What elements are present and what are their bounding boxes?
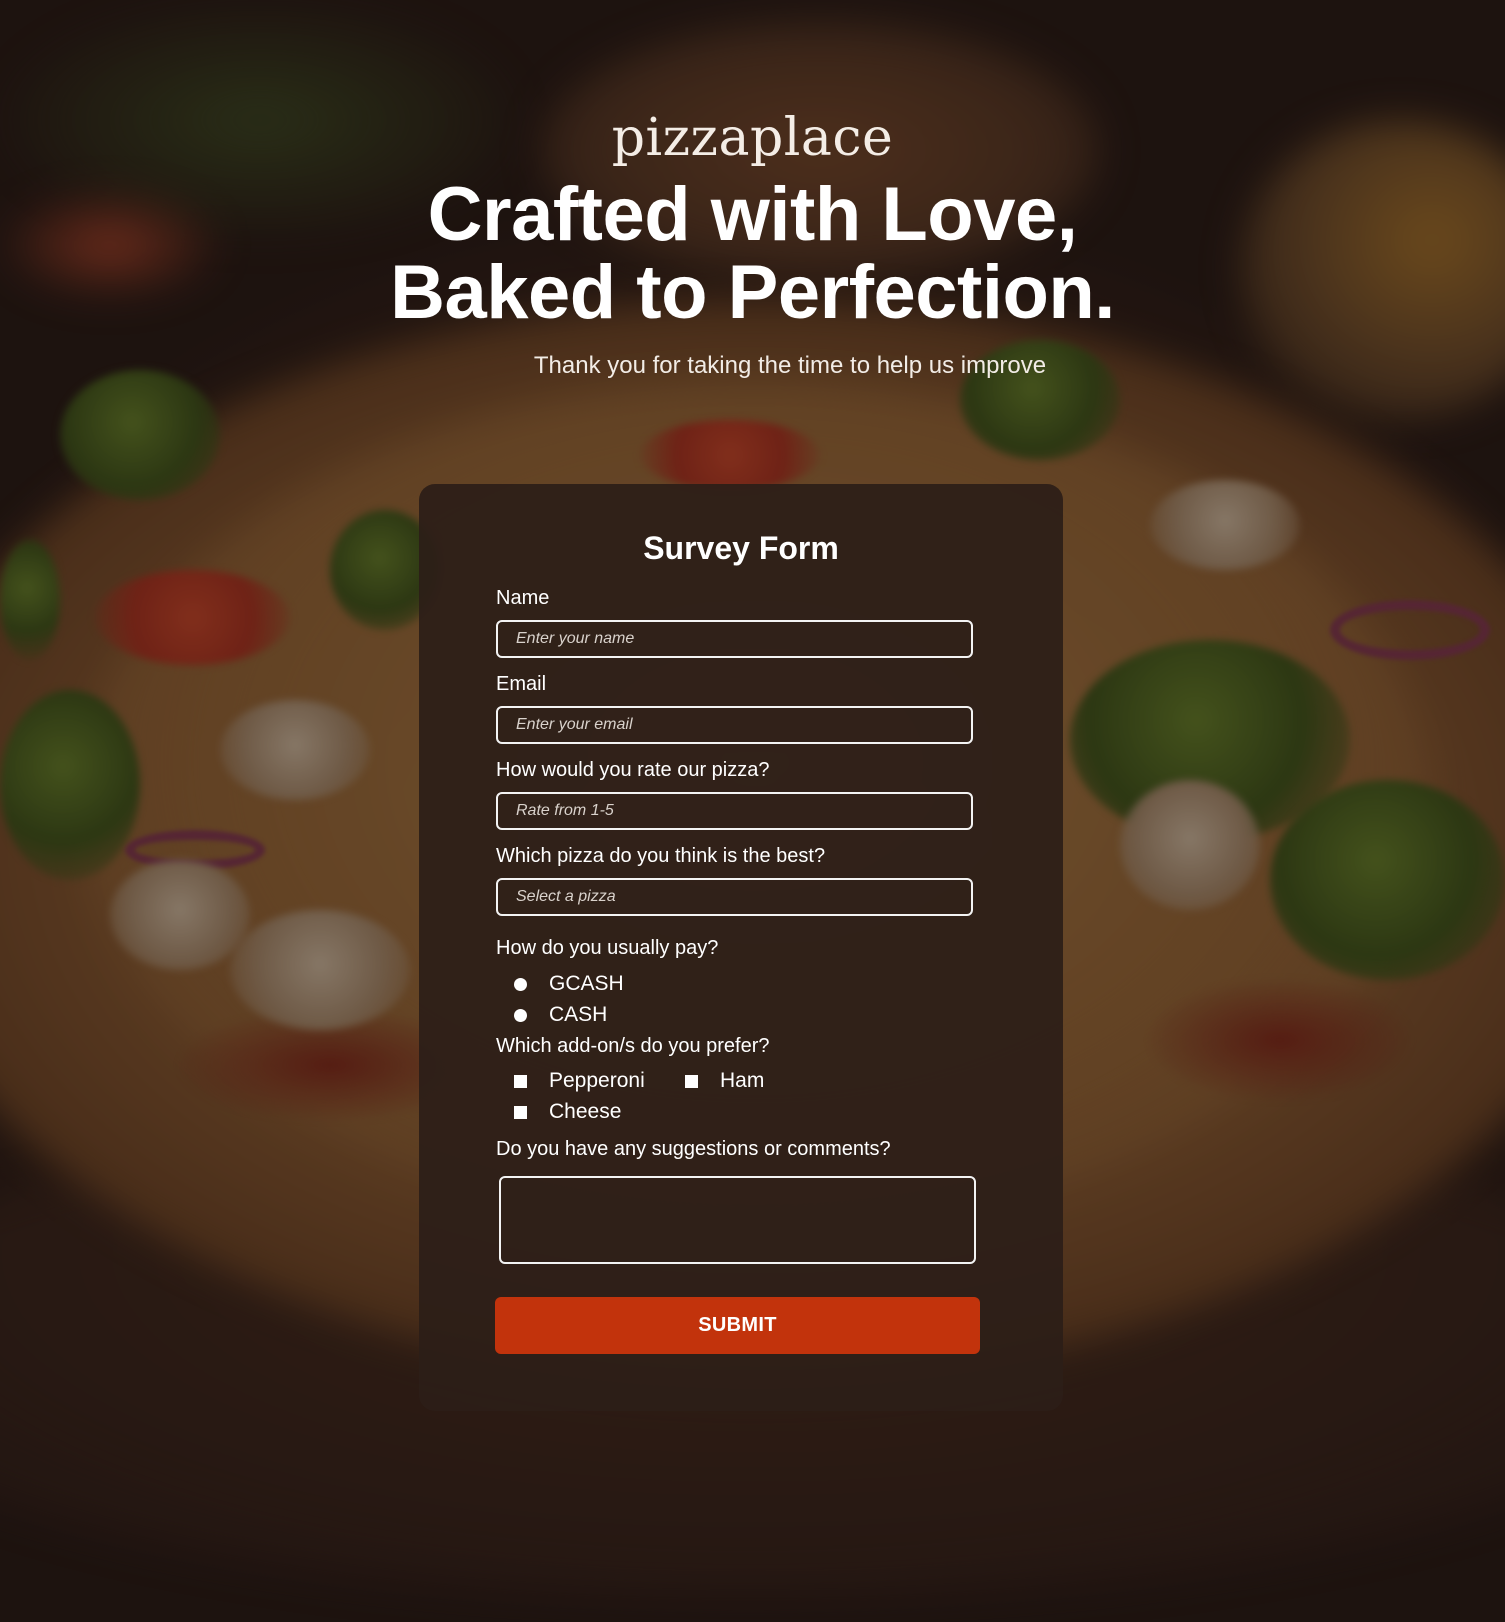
payment-option-cash[interactable]: CASH bbox=[514, 1003, 607, 1027]
name-placeholder: Enter your name bbox=[516, 630, 635, 647]
payment-option-label: CASH bbox=[549, 1003, 608, 1026]
email-placeholder: Enter your email bbox=[516, 716, 633, 733]
email-input[interactable]: Enter your email bbox=[496, 706, 973, 744]
radio-dot-icon bbox=[514, 977, 527, 991]
hero-subtitle: Thank you for taking the time to help us… bbox=[533, 352, 1047, 379]
headline-line-1: Crafted with Love, bbox=[427, 172, 1078, 257]
email-label: Email bbox=[496, 673, 547, 695]
payment-option-label: GCASH bbox=[549, 972, 624, 995]
addon-option-ham[interactable]: Ham bbox=[685, 1069, 764, 1093]
form-title: Survey Form bbox=[643, 530, 839, 566]
radio-dot-icon bbox=[514, 1008, 527, 1022]
addons-label: Which add-on/s do you prefer? bbox=[496, 1035, 770, 1057]
name-label: Name bbox=[496, 587, 550, 609]
hero-headline: Crafted with Love, Baked to Perfection. bbox=[0, 176, 1505, 332]
addon-option-label: Ham bbox=[720, 1069, 765, 1092]
checkbox-square-icon bbox=[514, 1105, 527, 1119]
best-pizza-label: Which pizza do you think is the best? bbox=[496, 845, 826, 867]
payment-label: How do you usually pay? bbox=[496, 937, 719, 959]
rating-input[interactable]: Rate from 1-5 bbox=[496, 792, 973, 830]
rating-placeholder: Rate from 1-5 bbox=[516, 802, 614, 819]
addon-option-label: Cheese bbox=[549, 1100, 622, 1123]
headline-line-2: Baked to Perfection. bbox=[390, 250, 1115, 335]
rating-label: How would you rate our pizza? bbox=[496, 759, 770, 781]
addon-option-label: Pepperoni bbox=[549, 1069, 645, 1092]
checkbox-square-icon bbox=[514, 1074, 527, 1088]
comments-label: Do you have any suggestions or comments? bbox=[496, 1138, 891, 1160]
brand-logo: pizzaplace bbox=[611, 108, 894, 168]
addon-option-pepperoni[interactable]: Pepperoni bbox=[514, 1069, 645, 1093]
addon-option-cheese[interactable]: Cheese bbox=[514, 1100, 621, 1124]
survey-form-card: Survey Form Name Enter your name Email E… bbox=[419, 484, 1063, 1411]
submit-button[interactable]: SUBMIT bbox=[495, 1297, 980, 1354]
best-pizza-placeholder: Select a pizza bbox=[516, 888, 616, 905]
best-pizza-select[interactable]: Select a pizza bbox=[496, 878, 973, 916]
checkbox-square-icon bbox=[685, 1074, 698, 1088]
name-input[interactable]: Enter your name bbox=[496, 620, 973, 658]
comments-textarea[interactable] bbox=[499, 1176, 976, 1264]
payment-option-gcash[interactable]: GCASH bbox=[514, 972, 624, 996]
